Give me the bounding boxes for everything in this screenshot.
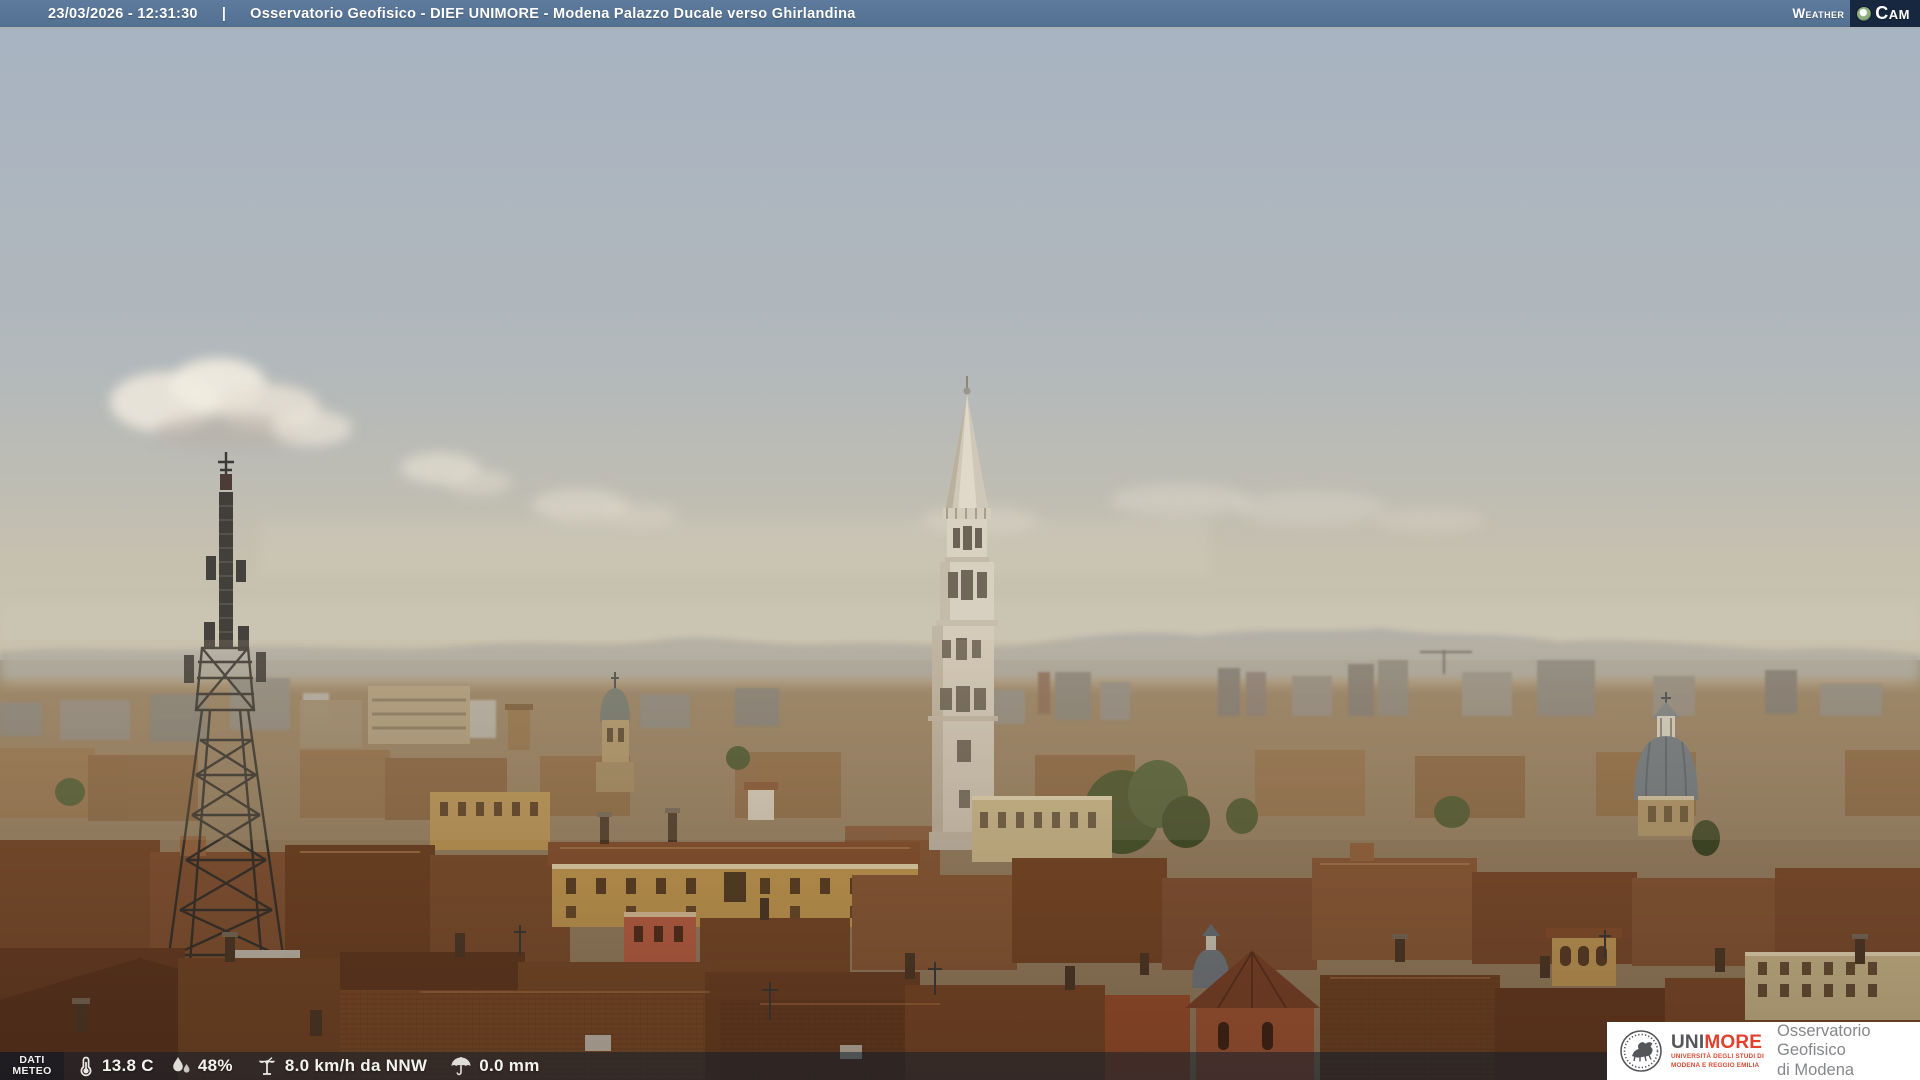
camera-title: Osservatorio Geofisico - DIEF UNIMORE - … [250,5,856,22]
unimore-uni: UNI [1671,1032,1705,1053]
rain-metric: 0.0 mm [449,1055,539,1077]
globe-icon [1857,6,1872,21]
temperature-metric: 13.8 C [76,1055,154,1077]
webcam-frame: 23/03/2026 - 12:31:30 | Osservatorio Geo… [0,0,1920,1080]
humidity-value: 48% [197,1056,233,1075]
dati-meteo-label: DATI METEO [0,1052,64,1080]
unimore-wordmark: UNIMORE UNIVERSITÀ DEGLI STUDI DI MODENA… [1671,1033,1767,1069]
timestamp: 23/03/2026 - 12:31:30 [48,5,198,22]
rain-value: 0.0 mm [479,1056,540,1075]
university-line-1: UNIVERSITÀ DEGLI STUDI DI [1671,1053,1764,1060]
temperature-value: 13.8 C [102,1056,154,1075]
observatory-line-2: di Modena [1777,1060,1855,1079]
humidity-metric: 48% [170,1055,233,1077]
anemometer-icon [258,1057,275,1075]
unimore-brand-box: UNIMORE UNIVERSITÀ DEGLI STUDI DI MODENA… [1607,1022,1920,1080]
weathercam-logo[interactable]: Weather Cam [1792,0,1920,27]
weathercam-weather-label: Weather [1792,6,1845,21]
separator: | [221,5,227,22]
water-drops-icon [173,1057,190,1073]
observatory-name: Osservatorio Geofisico di Modena [1777,1022,1920,1080]
top-status-bar: 23/03/2026 - 12:31:30 | Osservatorio Geo… [0,0,1920,29]
thermometer-icon [80,1056,92,1077]
weathercam-cam-box: Cam [1850,0,1920,27]
wind-value: 8.0 km/h da NNW [284,1056,428,1075]
wind-metric: 8.0 km/h da NNW [255,1055,427,1077]
umbrella-icon [451,1057,471,1076]
meteo-line: METEO [12,1065,52,1077]
university-line-2: MODENA E REGGIO EMILIA [1671,1061,1760,1069]
observatory-line-1: Osservatorio Geofisico [1777,1021,1871,1060]
cityscape-photo [0,0,1920,1080]
unimore-more: MORE [1704,1032,1763,1053]
weathercam-cam-label: Cam [1875,3,1910,23]
unimore-seal [1620,1030,1662,1072]
